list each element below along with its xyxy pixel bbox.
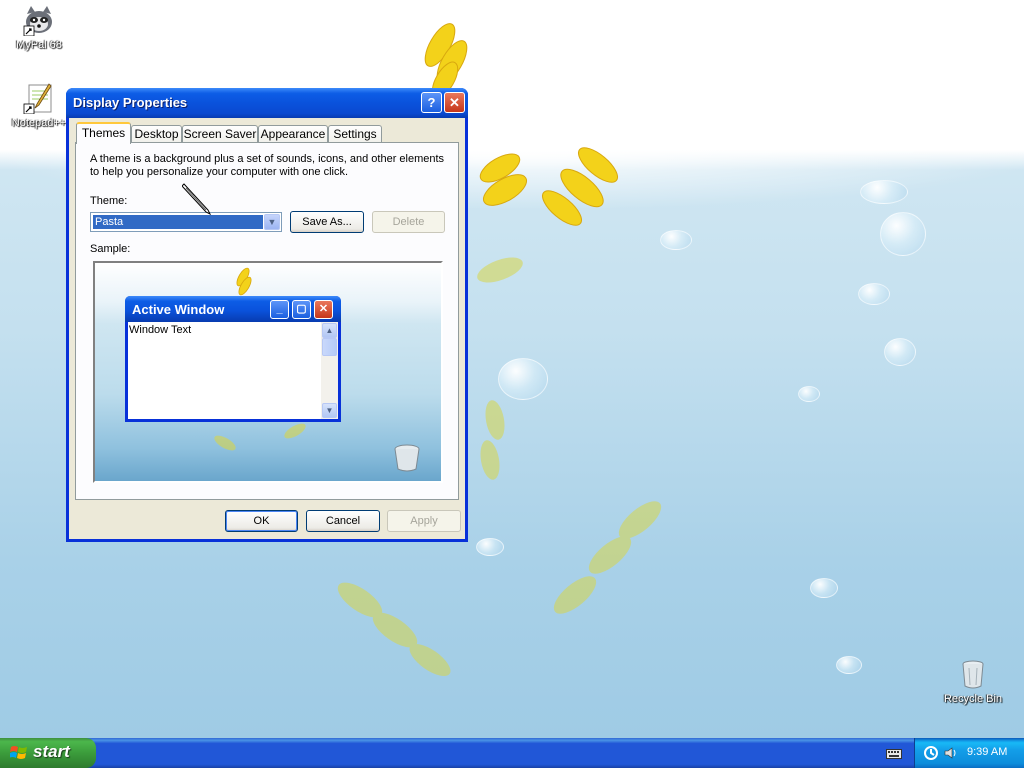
window-title: Display Properties bbox=[73, 95, 188, 110]
window-titlebar[interactable]: Display Properties ? ✕ bbox=[66, 88, 468, 118]
start-button[interactable]: start bbox=[0, 738, 96, 768]
save-as-button[interactable]: Save As... bbox=[290, 211, 364, 233]
themes-description: A theme is a background plus a set of so… bbox=[90, 153, 445, 178]
bubble-decoration bbox=[660, 230, 692, 250]
desktop-icon-label: MyPal 68 bbox=[16, 39, 62, 51]
theme-sample-preview: Active Window _ ▢ ✕ Window Text ▲ ▼ bbox=[93, 261, 443, 483]
clock[interactable]: 9:39 AM bbox=[967, 746, 1007, 758]
desktop-icon-label: Notepad++ bbox=[11, 117, 67, 129]
bubble-decoration bbox=[858, 283, 890, 305]
volume-icon[interactable] bbox=[943, 745, 959, 761]
raccoon-icon bbox=[23, 4, 55, 37]
scroll-down-icon: ▼ bbox=[322, 403, 337, 418]
close-icon: ✕ bbox=[314, 300, 333, 319]
cancel-button[interactable]: Cancel bbox=[306, 510, 380, 532]
bubble-decoration bbox=[884, 338, 916, 366]
notepad-plus-plus-icon bbox=[23, 82, 55, 115]
minimize-icon: _ bbox=[270, 300, 289, 319]
tab-screen-saver[interactable]: Screen Saver bbox=[182, 125, 258, 143]
bucket-icon bbox=[394, 444, 420, 472]
recycle-bin-icon bbox=[957, 658, 989, 690]
sample-scrollbar: ▲ ▼ bbox=[321, 322, 338, 419]
display-properties-window: Display Properties ? ✕ Themes Desktop Sc… bbox=[66, 88, 468, 542]
tab-desktop[interactable]: Desktop bbox=[131, 125, 182, 143]
maximize-icon: ▢ bbox=[292, 300, 311, 319]
sample-active-window: Active Window _ ▢ ✕ Window Text ▲ ▼ bbox=[125, 296, 341, 422]
dialog-client-area: Themes Desktop Screen Saver Appearance S… bbox=[69, 118, 465, 539]
scroll-up-icon: ▲ bbox=[322, 323, 337, 338]
apply-button[interactable]: Apply bbox=[387, 510, 461, 532]
bubble-decoration bbox=[798, 386, 820, 402]
tab-settings[interactable]: Settings bbox=[328, 125, 382, 143]
tab-appearance[interactable]: Appearance bbox=[258, 125, 328, 143]
theme-dropdown-value: Pasta bbox=[92, 214, 264, 230]
desktop-icon-label: Recycle Bin bbox=[943, 693, 1003, 705]
delete-button[interactable]: Delete bbox=[372, 211, 445, 233]
theme-label: Theme: bbox=[90, 195, 128, 207]
ok-button[interactable]: OK bbox=[225, 510, 298, 532]
desktop-icon-recycle-bin[interactable]: Recycle Bin bbox=[938, 658, 1008, 705]
sample-window-titlebar: Active Window _ ▢ ✕ bbox=[125, 296, 341, 322]
sample-window-text: Window Text bbox=[129, 324, 192, 336]
sample-window-body: Window Text ▲ ▼ bbox=[128, 322, 338, 419]
sample-window-title: Active Window bbox=[132, 302, 225, 317]
bubble-decoration bbox=[476, 538, 504, 556]
bubble-decoration bbox=[836, 656, 862, 674]
tab-themes[interactable]: Themes bbox=[76, 122, 131, 144]
themes-tab-panel: A theme is a background plus a set of so… bbox=[75, 142, 459, 500]
bubble-decoration bbox=[810, 578, 838, 598]
system-tray: 9:39 AM bbox=[914, 738, 1024, 768]
chevron-down-icon[interactable]: ▼ bbox=[264, 214, 280, 230]
network-icon[interactable] bbox=[923, 745, 939, 761]
keyboard-icon[interactable] bbox=[886, 746, 902, 760]
bubble-decoration bbox=[880, 212, 926, 256]
scroll-thumb bbox=[322, 338, 337, 356]
close-button[interactable]: ✕ bbox=[444, 92, 465, 113]
start-label: start bbox=[33, 742, 70, 761]
bubble-decoration bbox=[498, 358, 548, 400]
bubble-decoration bbox=[860, 180, 908, 204]
desktop-icon-mypal[interactable]: MyPal 68 bbox=[4, 4, 74, 51]
pen-cursor-icon bbox=[182, 183, 212, 216]
desktop-icon-notepadpp[interactable]: Notepad++ bbox=[4, 82, 74, 129]
windows-logo-icon bbox=[10, 746, 27, 759]
taskbar: start 9:39 AM bbox=[0, 738, 1024, 768]
help-button[interactable]: ? bbox=[421, 92, 442, 113]
sample-label: Sample: bbox=[90, 243, 131, 255]
